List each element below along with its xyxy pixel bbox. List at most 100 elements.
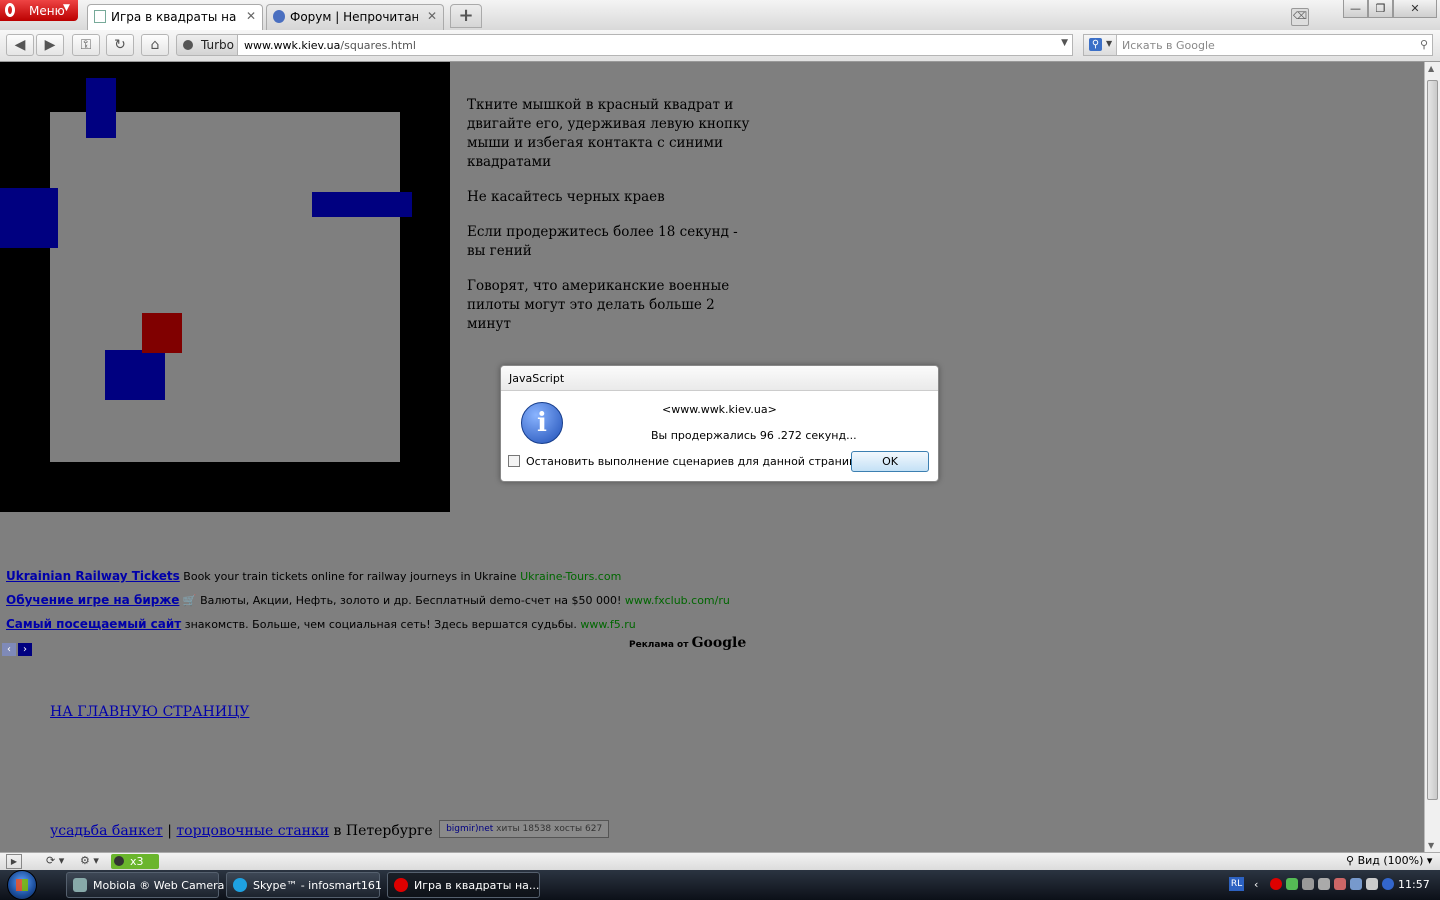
chevron-down-icon: ▼ [1106,39,1113,48]
power-icon[interactable] [1382,878,1394,890]
ad-title-link[interactable]: Ukrainian Railway Tickets [6,569,180,583]
ad-title-link[interactable]: Обучение игре на бирже [6,593,179,607]
footer-separator: | [167,823,172,839]
vertical-scrollbar[interactable]: ▲ ▼ [1424,62,1440,852]
turbo-icon [183,40,193,50]
taskbar-item-mobiola[interactable]: Mobiola ® Web Camera [66,872,224,898]
tab-title: Форум | Непрочитанное [290,10,418,24]
restore-button[interactable]: ❐ [1368,0,1393,18]
security-icon[interactable] [1334,878,1346,890]
search-engine-selector[interactable]: ⚲ ▼ [1084,35,1117,55]
home-icon: ⌂ [150,37,160,53]
opera-tray-icon[interactable] [1270,878,1282,890]
forward-button[interactable]: ▶ [36,34,64,56]
game-field [50,112,400,462]
opera-menu-button[interactable]: Меню ▼ [0,0,78,21]
tab-title: Игра в квадраты на ва... [111,10,239,24]
address-field[interactable]: www.wwk.kiev.ua/squares.html ▼ [237,34,1073,56]
turbo-status-badge[interactable]: x3 [111,854,159,869]
sync-icon: ⟳ ▾ [46,854,65,867]
close-tab-icon[interactable]: ✕ [246,9,256,23]
dialog-source: <www.wwk.kiev.ua> [662,403,777,416]
ads-by-google[interactable]: Реклама от Google [629,635,746,651]
zoom-icon: ⚲ [1346,854,1355,867]
wand-key-button[interactable]: ⚿ [72,34,100,56]
network-icon[interactable] [1302,878,1314,890]
taskbar-item-skype[interactable]: Skype™ - infosmart161 [226,872,382,898]
windows-taskbar: Mobiola ® Web Camera Skype™ - infosmart1… [0,870,1440,900]
scroll-up-icon[interactable]: ▲ [1428,64,1434,73]
tab-forum[interactable]: Форум | Непрочитанное ✕ [266,4,444,30]
reload-button[interactable]: ↻ [106,34,134,56]
trash-icon[interactable]: ⌫ [1291,8,1309,26]
prev-ad-button[interactable]: ‹ [2,643,16,656]
info-icon: i [521,402,563,444]
javascript-alert-dialog: JavaScript i <www.wwk.kiev.ua> Вы продер… [500,365,939,482]
sync-button[interactable]: ⟳ ▾ [46,854,64,869]
chevron-down-icon: ▾ [1426,854,1433,867]
back-button[interactable]: ◀ [6,34,34,56]
bigmir-counter-badge[interactable]: bigmir)net хиты 18538 хосты 627 [439,820,610,838]
scroll-down-icon[interactable]: ▼ [1428,841,1434,850]
instruction-text: Не касайтесь черных краев [467,189,665,205]
ad-url-link[interactable]: www.fxclub.com/ru [625,594,730,607]
blue-square [86,78,116,138]
ad-item: Обучение игре на бирже 🛒 Валюты, Акции, … [6,593,730,607]
shield-icon[interactable] [1286,878,1298,890]
footer-link[interactable]: торцовочные станки [176,823,329,839]
home-button[interactable]: ⌂ [141,34,169,56]
chevron-down-icon[interactable]: ▼ [1061,38,1068,48]
close-tab-icon[interactable]: ✕ [427,9,437,23]
tab-squares-game[interactable]: Игра в квадраты на ва... ✕ [87,4,263,30]
menu-label: Меню [29,4,65,18]
game-instructions: Ткните мышкой в красный квадрат и двигай… [467,96,757,350]
scrollbar-thumb[interactable] [1427,80,1438,800]
close-window-button[interactable]: ✕ [1393,0,1437,18]
dialog-title: JavaScript [509,372,565,385]
panel-toggle-button[interactable]: ▶ [6,854,22,869]
stop-scripts-label[interactable]: Остановить выполнение сценариев для данн… [526,455,865,468]
ad-url-link[interactable]: Ukraine-Tours.com [520,570,621,583]
panel-icon: ▶ [10,857,18,866]
language-indicator[interactable]: RL [1229,877,1244,891]
chevron-left-icon[interactable]: ‹ [1254,878,1266,891]
ad-title-link[interactable]: Самый посещаемый сайт [6,617,181,631]
zoom-control[interactable]: ⚲ Вид (100%) ▾ [1346,854,1432,869]
ok-button[interactable]: OK [851,451,929,472]
unite-icon: ⚙ ▾ [80,854,99,867]
red-square[interactable] [142,313,182,353]
zoom-label: Вид (100%) [1357,854,1424,867]
turbo-button[interactable]: Turbo [176,34,238,56]
minimize-button[interactable]: — [1343,0,1368,18]
stop-scripts-checkbox[interactable] [508,455,520,467]
arrow-right-icon: ▶ [44,37,56,53]
search-icon[interactable]: ⚲ [1420,38,1428,51]
page-icon [94,10,106,23]
app-tray-icon[interactable] [1350,878,1362,890]
volume-icon[interactable] [1366,878,1378,890]
next-ad-button[interactable]: › [18,643,32,656]
ad-url-link[interactable]: www.f5.ru [580,618,635,631]
home-page-link[interactable]: НА ГЛАВНУЮ СТРАНИЦУ [50,704,249,720]
clock[interactable]: 11:57 [1398,878,1430,891]
taskbar-item-opera[interactable]: Игра в квадраты на... [387,872,540,898]
start-button[interactable] [3,870,43,900]
ad-text: знакомств. Больше, чем социальная сеть! … [184,618,577,631]
opera-logo-icon [5,3,15,17]
ad-text: Book your train tickets online for railw… [183,570,517,583]
footer-link[interactable]: усадьба банкет [50,823,163,839]
search-field[interactable]: ⚲ ▼ Искать в Google ⚲ [1083,34,1433,56]
new-tab-button[interactable]: + [450,4,482,28]
footer-links: усадьба банкет | торцовочные станки в Пе… [50,820,610,842]
unite-button[interactable]: ⚙ ▾ [80,854,99,869]
search-placeholder: Искать в Google [1122,39,1215,52]
chevron-down-icon: ▼ [63,3,70,13]
url-host: www.wwk.kiev.ua [244,39,341,52]
ad-pager: ‹ › [2,637,34,656]
skype-icon [233,878,247,892]
counter-brand: bigmir)net [446,824,494,834]
turbo-label: Turbo [201,38,235,52]
tool-icon[interactable] [1318,878,1330,890]
ad-item: Самый посещаемый сайт знакомств. Больше,… [6,617,636,631]
ad-text: Валюты, Акции, Нефть, золото и др. Беспл… [200,594,622,607]
